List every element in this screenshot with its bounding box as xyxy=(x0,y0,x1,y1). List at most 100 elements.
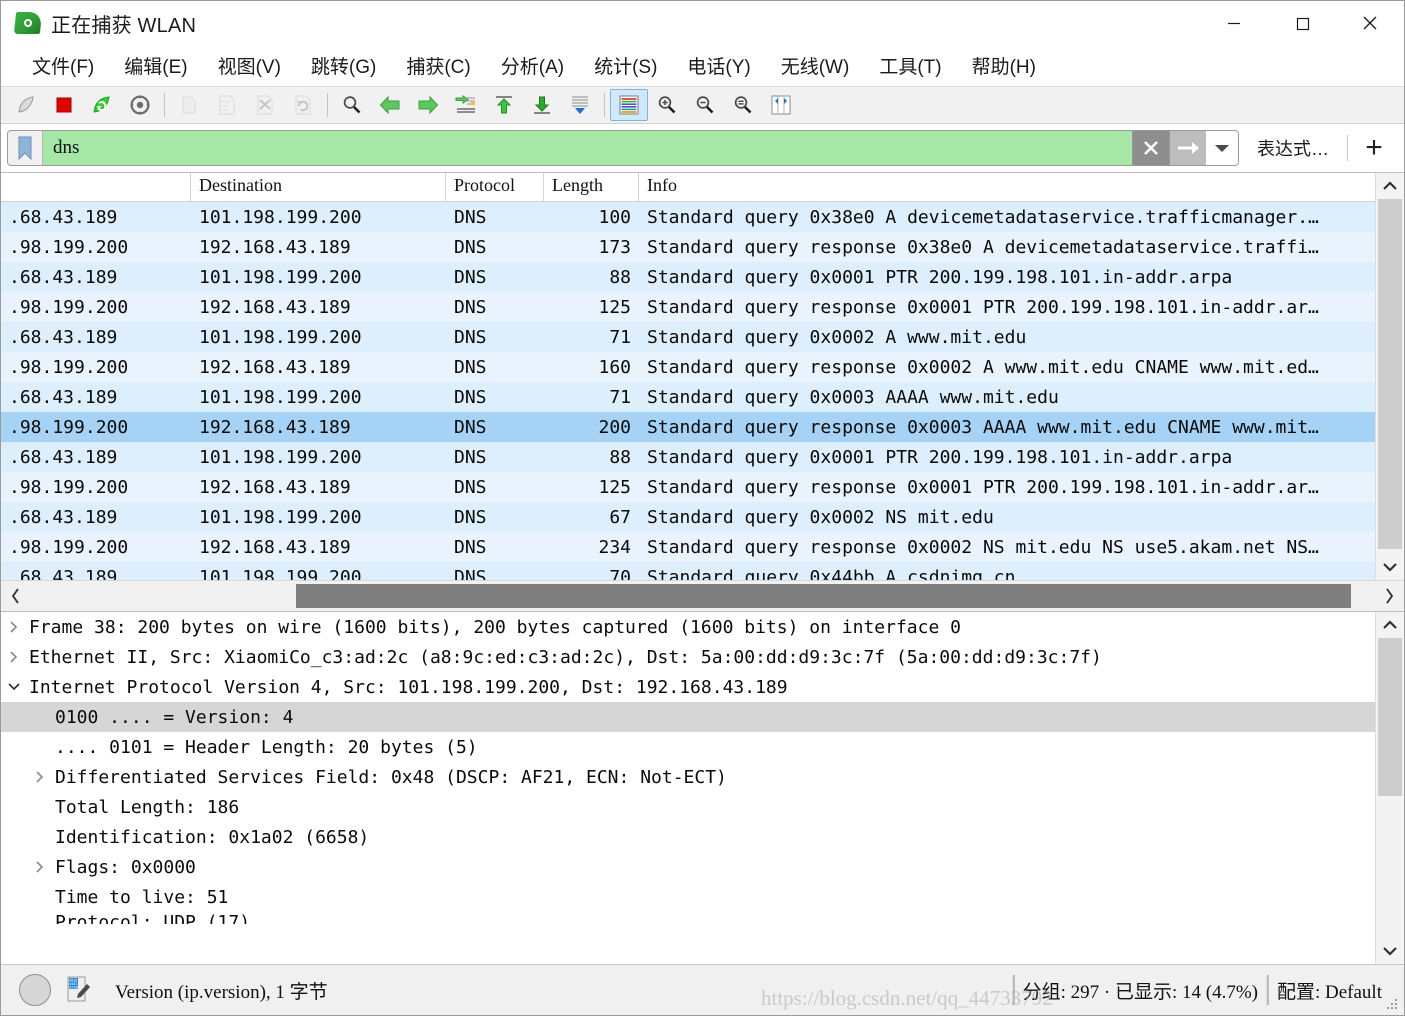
table-row[interactable]: .98.199.200 192.168.43.189 DNS 160 Stand… xyxy=(1,352,1375,382)
resize-columns-icon[interactable] xyxy=(762,89,800,121)
menu-wireless[interactable]: 无线(W) xyxy=(766,49,865,82)
detail-row-label: Protocol: UDP (17) xyxy=(55,912,251,924)
go-to-last-packet-icon[interactable] xyxy=(523,89,561,121)
menu-edit[interactable]: 编辑(E) xyxy=(109,49,202,82)
menu-telephony[interactable]: 电话(Y) xyxy=(672,49,765,82)
detail-row-identification[interactable]: Identification: 0x1a02 (6658) xyxy=(1,822,1375,852)
clear-filter-icon[interactable] xyxy=(1132,131,1169,165)
restart-capture-icon[interactable] xyxy=(83,89,121,121)
zoom-out-icon[interactable] xyxy=(686,89,724,121)
column-header-source[interactable] xyxy=(1,173,191,201)
window-title: 正在捕获 WLAN xyxy=(51,14,197,37)
status-profile[interactable]: 配置: Default xyxy=(1277,977,1382,1004)
cell-destination: 192.168.43.189 xyxy=(199,476,351,498)
scroll-up-arrow-icon[interactable] xyxy=(1376,612,1404,638)
maximize-button[interactable] xyxy=(1268,1,1336,45)
stop-capture-icon[interactable] xyxy=(45,89,83,121)
detail-row-dsfield[interactable]: Differentiated Services Field: 0x48 (DSC… xyxy=(1,762,1375,792)
detail-row-header-length[interactable]: .... 0101 = Header Length: 20 bytes (5) xyxy=(1,732,1375,762)
resize-grip-icon[interactable] xyxy=(1386,999,1398,1011)
menu-help[interactable]: 帮助(H) xyxy=(957,49,1051,82)
expert-info-circle-icon[interactable] xyxy=(19,974,51,1006)
capture-file-properties-icon[interactable]: 0010 0101 01100 xyxy=(65,975,93,1005)
chevron-down-icon[interactable] xyxy=(1,682,27,692)
auto-scroll-icon[interactable] xyxy=(561,89,599,121)
table-row-selected[interactable]: .98.199.200 192.168.43.189 DNS 200 Stand… xyxy=(1,412,1375,442)
display-filter-input[interactable] xyxy=(43,131,1132,165)
start-capture-icon[interactable] xyxy=(7,89,45,121)
go-back-icon[interactable] xyxy=(371,89,409,121)
scroll-down-arrow-icon[interactable] xyxy=(1376,938,1404,964)
chevron-right-icon[interactable] xyxy=(27,770,53,784)
zoom-in-icon[interactable] xyxy=(648,89,686,121)
hscrollbar-track[interactable] xyxy=(31,583,1374,609)
chevron-right-icon[interactable] xyxy=(1,620,27,634)
table-row[interactable]: .68.43.189 101.198.199.200 DNS 88 Standa… xyxy=(1,262,1375,292)
menu-file[interactable]: 文件(F) xyxy=(17,49,109,82)
scrollbar-track[interactable] xyxy=(1376,199,1404,554)
find-packet-icon[interactable] xyxy=(333,89,371,121)
detail-row-protocol[interactable]: Protocol: UDP (17) xyxy=(1,912,1375,924)
colorize-packets-icon[interactable] xyxy=(610,89,648,121)
chevron-right-icon[interactable] xyxy=(1,650,27,664)
zoom-reset-icon[interactable] xyxy=(724,89,762,121)
scrollbar-thumb[interactable] xyxy=(1378,199,1402,549)
table-row[interactable]: .68.43.189 101.198.199.200 DNS 71 Standa… xyxy=(1,322,1375,352)
detail-row-flags[interactable]: Flags: 0x0000 xyxy=(1,852,1375,882)
detail-row-ipv4[interactable]: Internet Protocol Version 4, Src: 101.19… xyxy=(1,672,1375,702)
packet-detail-vertical-scrollbar[interactable] xyxy=(1375,612,1404,964)
menu-go[interactable]: 跳转(G) xyxy=(296,49,391,82)
table-row[interactable]: .68.43.189 101.198.199.200 DNS 88 Standa… xyxy=(1,442,1375,472)
capture-options-icon[interactable] xyxy=(121,89,159,121)
bookmark-icon[interactable] xyxy=(8,131,43,165)
menu-view[interactable]: 视图(V) xyxy=(203,49,296,82)
status-bar: 0010 0101 01100 Version (ip.version), 1 字节… xyxy=(1,964,1404,1015)
detail-row-ethernet[interactable]: Ethernet II, Src: XiaomiCo_c3:ad:2c (a8:… xyxy=(1,642,1375,672)
detail-row-total-length[interactable]: Total Length: 186 xyxy=(1,792,1375,822)
column-header-protocol[interactable]: Protocol xyxy=(446,173,544,201)
add-filter-button[interactable]: + xyxy=(1352,133,1396,163)
table-row[interactable]: .98.199.200 192.168.43.189 DNS 234 Stand… xyxy=(1,532,1375,562)
column-header-length[interactable]: Length xyxy=(544,173,639,201)
apply-filter-arrow-icon[interactable] xyxy=(1169,131,1206,165)
close-button[interactable] xyxy=(1336,1,1404,45)
menu-analyze[interactable]: 分析(A) xyxy=(486,49,579,82)
table-row[interactable]: .98.199.200 192.168.43.189 DNS 125 Stand… xyxy=(1,292,1375,322)
scroll-left-arrow-icon[interactable] xyxy=(1,587,31,605)
column-header-info[interactable]: Info xyxy=(639,173,1375,201)
menu-capture[interactable]: 捕获(C) xyxy=(391,49,485,82)
detail-row-version-selected[interactable]: 0100 .... = Version: 4 xyxy=(1,702,1375,732)
packet-list-horizontal-scrollbar[interactable] xyxy=(1,580,1404,611)
scroll-down-arrow-icon[interactable] xyxy=(1376,554,1404,580)
detail-row-frame[interactable]: Frame 38: 200 bytes on wire (1600 bits),… xyxy=(1,612,1375,642)
scroll-right-arrow-icon[interactable] xyxy=(1374,587,1404,605)
filter-history-chevron-down-icon[interactable] xyxy=(1206,131,1238,165)
table-row[interactable]: .98.199.200 192.168.43.189 DNS 125 Stand… xyxy=(1,472,1375,502)
scrollbar-thumb[interactable] xyxy=(1378,638,1402,796)
menu-tools[interactable]: 工具(T) xyxy=(864,49,956,82)
minimize-button[interactable] xyxy=(1200,1,1268,45)
detail-row-ttl[interactable]: Time to live: 51 xyxy=(1,882,1375,912)
go-to-first-packet-icon[interactable] xyxy=(485,89,523,121)
table-row[interactable]: .68.43.189 101.198.199.200 DNS 67 Standa… xyxy=(1,502,1375,532)
scrollbar-track[interactable] xyxy=(1376,638,1404,938)
filter-expression-button[interactable]: 表达式… xyxy=(1239,135,1343,161)
hscrollbar-thumb[interactable] xyxy=(296,584,1351,608)
chevron-right-icon[interactable] xyxy=(27,860,53,874)
cell-destination: 192.168.43.189 xyxy=(199,236,351,258)
cell-source: .68.43.189 xyxy=(9,326,118,348)
scroll-up-arrow-icon[interactable] xyxy=(1376,173,1404,199)
table-row[interactable]: .68.43.189 101.198.199.200 DNS 70 Standa… xyxy=(1,562,1375,580)
packet-list-vertical-scrollbar[interactable] xyxy=(1375,173,1404,580)
menu-statistics[interactable]: 统计(S) xyxy=(579,49,672,82)
column-header-destination[interactable]: Destination xyxy=(191,173,446,201)
go-forward-icon[interactable] xyxy=(409,89,447,121)
go-to-packet-icon[interactable] xyxy=(447,89,485,121)
display-filter-box[interactable] xyxy=(7,130,1239,166)
table-row[interactable]: .68.43.189 101.198.199.200 DNS 100 Stand… xyxy=(1,202,1375,232)
table-row[interactable]: .98.199.200 192.168.43.189 DNS 173 Stand… xyxy=(1,232,1375,262)
toolbar-separator xyxy=(327,93,328,117)
cell-length: 100 xyxy=(598,206,631,228)
table-row[interactable]: .68.43.189 101.198.199.200 DNS 71 Standa… xyxy=(1,382,1375,412)
cell-destination: 101.198.199.200 xyxy=(199,326,362,348)
